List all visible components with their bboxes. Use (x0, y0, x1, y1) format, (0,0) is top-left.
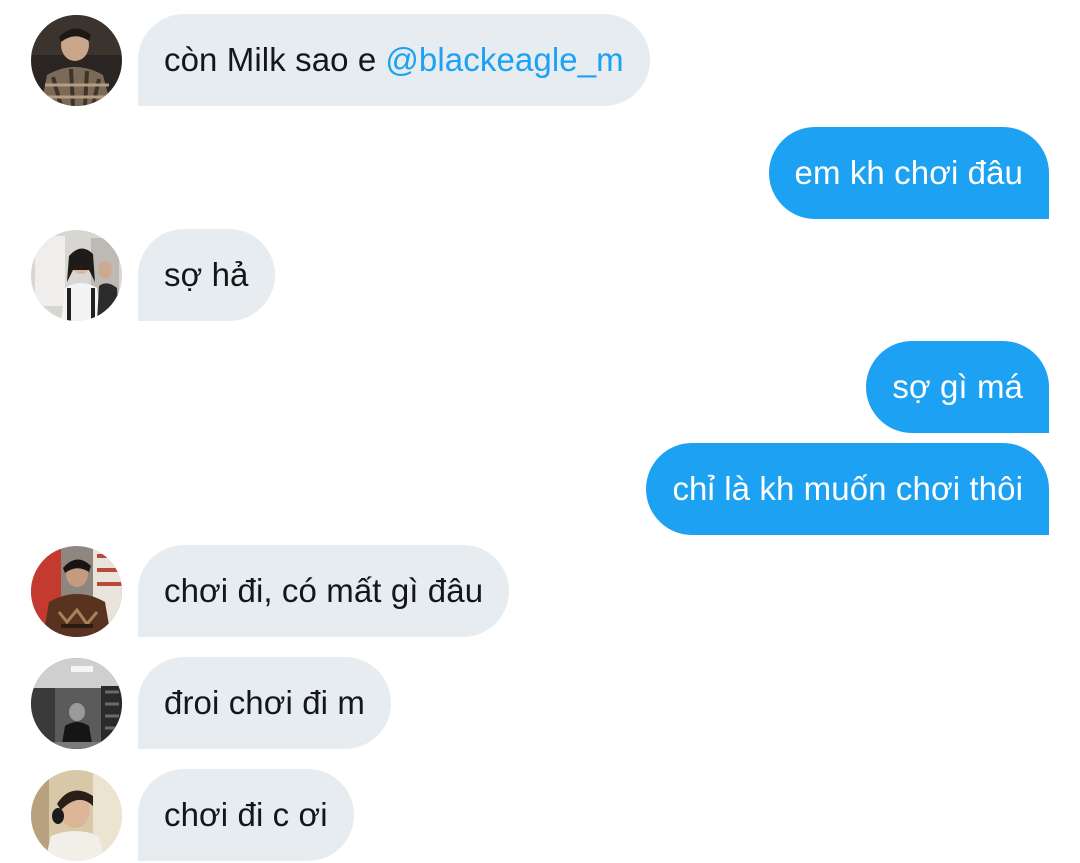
incoming-message-bubble[interactable]: chơi đi c ơi (138, 769, 354, 861)
message-text: chỉ là kh muốn chơi thôi (672, 470, 1023, 507)
avatar-man-brown-jacket-image (31, 546, 122, 637)
message-row: còn Milk sao e @blackeagle_m (0, 14, 1080, 106)
message-text: em kh chơi đâu (794, 154, 1023, 191)
avatar[interactable] (31, 230, 122, 321)
message-text: đroi chơi đi m (164, 684, 365, 721)
incoming-message-bubble[interactable]: sợ hả (138, 229, 275, 321)
message-row: sợ hả (0, 229, 1080, 321)
avatar[interactable] (31, 658, 122, 749)
outgoing-message-bubble[interactable]: sợ gì má (866, 341, 1049, 433)
incoming-message-bubble[interactable]: đroi chơi đi m (138, 657, 391, 749)
avatar-man-plaid-shirt-image (31, 15, 122, 106)
message-text: còn Milk sao e (164, 41, 377, 78)
message-text: sợ gì má (892, 368, 1023, 405)
message-row: chỉ là kh muốn chơi thôi (0, 443, 1080, 535)
message-text: chơi đi c ơi (164, 796, 328, 833)
message-row: em kh chơi đâu (0, 127, 1080, 219)
avatar-boy-headphones-image (31, 770, 122, 861)
message-row: chơi đi c ơi (0, 769, 1080, 861)
user-mention-link[interactable]: @blackeagle_m (385, 41, 623, 79)
avatar-mirror-selfie-image (31, 230, 122, 321)
avatar-street-monochrome-image (31, 658, 122, 749)
message-row: sợ gì má (0, 341, 1080, 433)
avatar[interactable] (31, 15, 122, 106)
message-row: chơi đi, có mất gì đâu (0, 545, 1080, 637)
incoming-message-bubble[interactable]: còn Milk sao e @blackeagle_m (138, 14, 650, 106)
outgoing-message-bubble[interactable]: em kh chơi đâu (768, 127, 1049, 219)
message-row: đroi chơi đi m (0, 657, 1080, 749)
message-text: sợ hả (164, 256, 249, 293)
chat-thread: còn Milk sao e @blackeagle_m em kh chơi … (0, 0, 1080, 863)
incoming-message-bubble[interactable]: chơi đi, có mất gì đâu (138, 545, 510, 637)
outgoing-message-bubble[interactable]: chỉ là kh muốn chơi thôi (646, 443, 1049, 535)
message-text: chơi đi, có mất gì đâu (164, 572, 484, 609)
avatar[interactable] (31, 770, 122, 861)
avatar[interactable] (31, 546, 122, 637)
